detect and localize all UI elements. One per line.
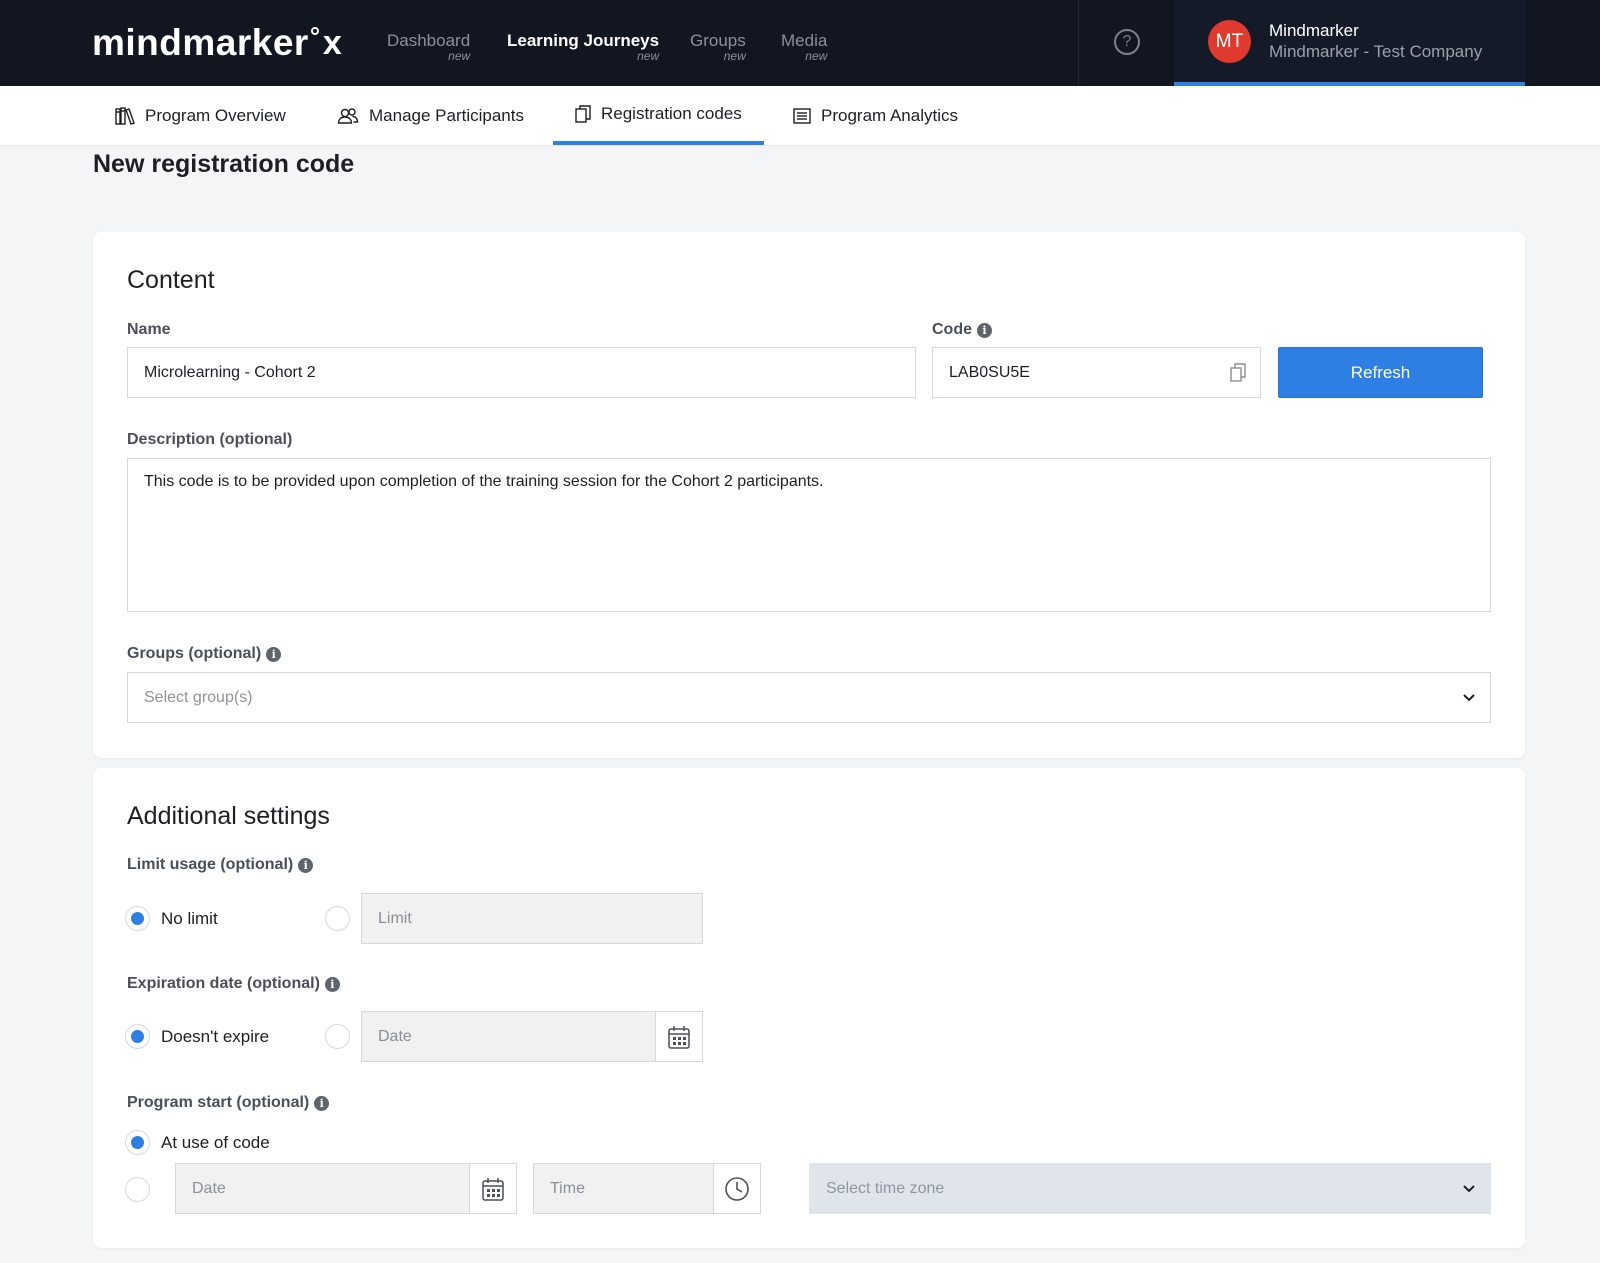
calendar-icon (482, 1177, 504, 1201)
nav-groups-new-badge: new (723, 49, 746, 63)
copy-code-icon[interactable] (1230, 363, 1246, 382)
description-value: This code is to be provided upon complet… (144, 473, 824, 490)
content-card: Content Name Microlearning - Cohort 2 Co… (93, 232, 1525, 758)
program-start-date-radio[interactable] (125, 1177, 150, 1202)
tab-registration-codes[interactable]: Registration codes (553, 86, 764, 145)
users-icon (337, 107, 359, 124)
program-start-date-placeholder: Date (192, 1179, 226, 1197)
no-limit-label: No limit (161, 909, 218, 928)
avatar: MT (1208, 20, 1251, 63)
tab-program-analytics-label: Program Analytics (821, 105, 958, 125)
program-start-label: Program start (optional) i (127, 1094, 330, 1112)
copy-icon (575, 104, 591, 123)
groups-select[interactable]: Select group(s) (127, 672, 1491, 723)
mindmarker-logo[interactable]: mindmarker x (92, 22, 342, 64)
nav-groups[interactable]: Groups new (690, 31, 746, 63)
nav-learning-journeys-new-badge: new (637, 49, 660, 63)
user-name: Mindmarker (1269, 21, 1359, 40)
limit-input[interactable]: Limit (361, 893, 703, 944)
no-limit-radio[interactable] (125, 906, 150, 931)
limit-usage-label: Limit usage (optional) i (127, 856, 314, 874)
chevron-down-icon (1463, 694, 1475, 702)
groups-label-text: Groups (optional) (127, 645, 262, 662)
nav-dashboard-new-badge: new (448, 49, 471, 63)
user-company: Mindmarker - Test Company (1269, 42, 1483, 61)
nav-dashboard-label: Dashboard (387, 31, 471, 50)
expiration-date-radio[interactable] (325, 1024, 350, 1049)
code-field-value: LAB0SU5E (949, 363, 1030, 381)
limit-radio[interactable] (325, 906, 350, 931)
top-navbar: mindmarker x Dashboard new Learning Journ… (0, 0, 1600, 86)
nav-learning-journeys[interactable]: Learning Journeys new (507, 31, 660, 63)
doesnt-expire-radio[interactable] (125, 1024, 150, 1049)
at-use-of-code-radio[interactable] (125, 1130, 150, 1155)
program-start-date-input[interactable]: Date (175, 1163, 517, 1214)
page-title: New registration code (93, 150, 355, 178)
logo-dot (310, 27, 319, 35)
program-start-time-button[interactable] (713, 1164, 760, 1213)
expiration-date-label: Expiration date (optional) i (127, 975, 340, 993)
user-menu[interactable]: MT Mindmarker Mindmarker - Test Company (1174, 0, 1525, 86)
nav-learning-journeys-label: Learning Journeys (507, 31, 660, 50)
groups-select-placeholder: Select group(s) (144, 688, 253, 706)
limit-usage-label-text: Limit usage (optional) (127, 856, 294, 873)
logo-mark: x (322, 24, 343, 62)
tab-program-analytics[interactable]: Program Analytics (771, 86, 980, 145)
nav-media[interactable]: Media new (781, 31, 828, 63)
nav-media-label: Media (781, 31, 828, 50)
books-icon (115, 106, 135, 125)
help-icon[interactable]: ? (1114, 29, 1140, 55)
program-start-time-input[interactable]: Time (533, 1163, 761, 1214)
expiration-calendar-button[interactable] (655, 1012, 702, 1061)
limit-usage-info-icon[interactable]: i (298, 857, 314, 873)
program-start-time-placeholder: Time (550, 1179, 585, 1197)
expiration-date-label-text: Expiration date (optional) (127, 975, 320, 992)
expiration-date-info-icon[interactable]: i (324, 976, 340, 992)
code-field[interactable]: LAB0SU5E (932, 347, 1261, 398)
name-label-text: Name (127, 321, 171, 338)
doesnt-expire-label: Doesn't expire (161, 1027, 270, 1046)
additional-settings-card: Additional settings Limit usage (optiona… (93, 768, 1525, 1248)
limit-input-placeholder: Limit (378, 909, 412, 927)
at-use-of-code-label: At use of code (161, 1133, 270, 1152)
timezone-select-placeholder: Select time zone (826, 1179, 945, 1197)
code-info-icon[interactable]: i (977, 322, 992, 338)
nav-groups-label: Groups (690, 31, 746, 50)
help-divider (1078, 0, 1079, 86)
description-textarea[interactable]: This code is to be provided upon complet… (127, 458, 1491, 612)
timezone-select[interactable]: Select time zone (809, 1163, 1491, 1214)
content-section-title: Content (127, 266, 215, 294)
code-label: Code i (932, 321, 992, 339)
additional-settings-title: Additional settings (127, 802, 330, 830)
name-field[interactable]: Microlearning - Cohort 2 (127, 347, 916, 398)
program-start-calendar-button[interactable] (469, 1164, 516, 1213)
program-start-label-text: Program start (optional) (127, 1094, 310, 1111)
description-label: Description (optional) (127, 431, 292, 449)
chevron-down-icon (1463, 1185, 1475, 1193)
description-label-text: Description (optional) (127, 431, 293, 448)
tab-manage-participants-label: Manage Participants (369, 105, 524, 125)
groups-info-icon[interactable]: i (266, 646, 282, 662)
logo-text: mindmarker (92, 22, 309, 63)
expiration-date-input[interactable]: Date (361, 1011, 703, 1062)
name-field-value: Microlearning - Cohort 2 (144, 363, 316, 381)
nav-dashboard[interactable]: Dashboard new (387, 31, 471, 63)
groups-label: Groups (optional) i (127, 645, 282, 663)
expiration-date-placeholder: Date (378, 1027, 412, 1045)
list-icon (793, 107, 811, 124)
tab-program-overview[interactable]: Program Overview (93, 86, 308, 145)
clock-icon (725, 1176, 749, 1201)
program-start-info-icon[interactable]: i (314, 1095, 330, 1111)
program-subnav: Program Overview Manage Participants Reg… (0, 86, 1600, 145)
tab-registration-codes-label: Registration codes (601, 103, 742, 123)
calendar-icon (668, 1025, 690, 1049)
nav-media-new-badge: new (805, 49, 828, 63)
code-label-text: Code (932, 321, 972, 338)
refresh-button[interactable]: Refresh (1278, 347, 1483, 398)
tab-manage-participants[interactable]: Manage Participants (315, 86, 546, 145)
name-label: Name (127, 321, 171, 339)
tab-program-overview-label: Program Overview (145, 105, 286, 125)
